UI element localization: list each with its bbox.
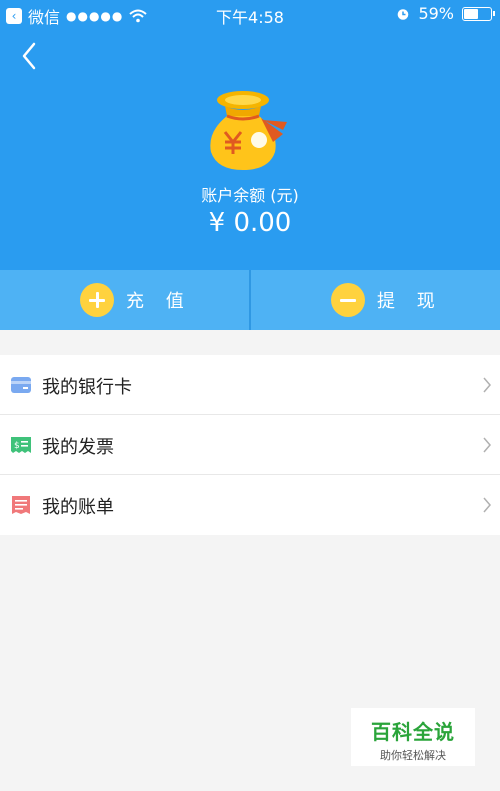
alarm-icon <box>398 8 409 20</box>
header: ‹ 微信 ●●●●● 下午4:58 59% 账户余额 (元) ¥ 0.00 <box>0 0 500 270</box>
battery-percent: 59% <box>418 4 454 23</box>
recharge-button[interactable]: 充 值 <box>0 270 249 330</box>
watermark-subtitle: 助你轻松解决 <box>380 749 446 762</box>
back-arrow-icon[interactable] <box>14 38 44 74</box>
plus-icon <box>80 283 114 317</box>
status-bar: ‹ 微信 ●●●●● 下午4:58 59% <box>0 0 500 28</box>
menu-item-label: 我的发票 <box>42 437 114 458</box>
withdraw-button[interactable]: 提 现 <box>251 270 500 330</box>
svg-text:$: $ <box>14 441 20 451</box>
bank-card-icon <box>11 377 31 393</box>
chevron-right-icon <box>483 377 491 393</box>
menu-item-label: 我的银行卡 <box>42 377 132 398</box>
recharge-label: 充 值 <box>126 291 192 312</box>
menu-item-bill[interactable]: 我的账单 <box>0 475 500 535</box>
battery-tip <box>493 10 495 16</box>
money-bag-icon <box>210 91 287 170</box>
balance-value: ¥ 0.00 <box>208 208 292 238</box>
invoice-icon: $ <box>11 437 31 453</box>
battery-fill <box>464 8 478 19</box>
chevron-right-icon <box>483 497 491 513</box>
bill-icon <box>12 496 30 514</box>
menu-item-bank-card[interactable]: 我的银行卡 <box>0 355 500 415</box>
menu-item-invoice[interactable]: $ 我的发票 <box>0 415 500 475</box>
balance-label: 账户余额 (元) <box>201 186 299 205</box>
battery-icon <box>462 6 495 21</box>
status-right: 59% <box>396 4 495 23</box>
menu-list: 我的银行卡 $ 我的发票 我的账单 <box>0 355 500 535</box>
minus-icon <box>331 283 365 317</box>
withdraw-label: 提 现 <box>377 291 443 312</box>
watermark-title: 百科全说 <box>371 720 455 744</box>
watermark: 百科全说 助你轻松解决 <box>351 708 475 766</box>
recharge-button-content: 充 值 <box>80 283 192 317</box>
action-bar: 充 值 提 现 <box>0 270 500 330</box>
withdraw-button-content: 提 现 <box>331 283 443 317</box>
menu-item-label: 我的账单 <box>42 497 114 518</box>
chevron-right-icon <box>483 437 491 453</box>
